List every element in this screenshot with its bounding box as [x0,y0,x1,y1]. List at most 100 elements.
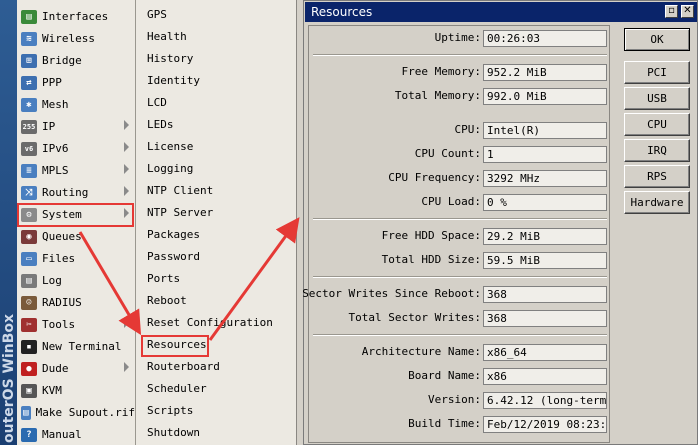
submenu-item-password[interactable]: Password [147,247,200,267]
group-separator [313,276,607,278]
menu-item-ipv6[interactable]: v6 IPv6 [17,138,135,159]
submenu-item-gps[interactable]: GPS [147,5,167,25]
field-value[interactable]: 0 % [483,194,607,211]
field-row-cpu-count: CPU Count: 1 [309,144,611,166]
kvm-icon: ▣ [21,383,37,398]
menu-item-label: Log [42,274,62,287]
submenu-item-packages[interactable]: Packages [147,225,200,245]
field-row-free-hdd-space: Free HDD Space: 29.2 MiB [309,226,611,248]
menu-item-wireless[interactable]: ≋ Wireless [17,28,135,49]
field-value[interactable]: 368 [483,310,607,327]
field-value[interactable]: 3292 MHz [483,170,607,187]
field-label: CPU: [454,123,482,136]
field-value[interactable]: 29.2 MiB [483,228,607,245]
field-label: CPU Frequency: [388,171,481,184]
menu-item-mpls[interactable]: ≡ MPLS [17,160,135,181]
menu-item-new-terminal[interactable]: ▪ New Terminal [17,336,135,357]
submenu-arrow-icon [124,164,129,174]
menu-item-mesh[interactable]: ✱ Mesh [17,94,135,115]
menu-item-log[interactable]: ▤ Log [17,270,135,291]
menu-item-label: Queues [42,230,82,243]
window-title: Resources [311,5,373,19]
field-value[interactable]: 00:26:03 [483,30,607,47]
field-value[interactable]: 992.0 MiB [483,88,607,105]
submenu-item-shutdown[interactable]: Shutdown [147,423,200,443]
cpu-button[interactable]: CPU [624,113,690,136]
field-row-board-name: Board Name: x86 [309,366,611,388]
submenu-arrow-icon [124,362,129,372]
submenu-item-reboot[interactable]: Reboot [147,291,187,311]
submenu-item-history[interactable]: History [147,49,193,69]
field-value[interactable]: 59.5 MiB [483,252,607,269]
usb-button[interactable]: USB [624,87,690,110]
field-value[interactable]: Feb/12/2019 08:23:13 [483,416,607,433]
resources-window: Resources ▫ ✕ Uptime: 00:26:03 Free Memory… [302,0,698,445]
field-value[interactable]: 952.2 MiB [483,64,607,81]
resources-titlebar[interactable]: Resources ▫ ✕ [305,2,697,22]
system-submenu: GPS Health History Identity LCD LEDs License Lo… [136,0,297,445]
submenu-item-leds[interactable]: LEDs [147,115,174,135]
menu-item-files[interactable]: ▭ Files [17,248,135,269]
menu-item-kvm[interactable]: ▣ KVM [17,380,135,401]
menu-item-make-supout-rif[interactable]: ▤ Make Supout.rif [17,402,135,423]
rps-button[interactable]: RPS [624,165,690,188]
submenu-item-scheduler[interactable]: Scheduler [147,379,207,399]
menu-item-dude[interactable]: ● Dude [17,358,135,379]
submenu-item-health[interactable]: Health [147,27,187,47]
submenu-item-ntp-client[interactable]: NTP Client [147,181,213,201]
field-label: CPU Load: [421,195,481,208]
menu-item-tools[interactable]: ✂ Tools [17,314,135,335]
pci-button[interactable]: PCI [624,61,690,84]
field-row-build-time: Build Time: Feb/12/2019 08:23:13 [309,414,611,436]
supout-icon: ▤ [21,405,31,420]
field-label: Total Sector Writes: [348,311,481,324]
field-row-uptime: Uptime: 00:26:03 [309,28,611,50]
field-value[interactable]: x86 [483,368,607,385]
submenu-item-ports[interactable]: Ports [147,269,180,289]
menu-item-label: Interfaces [42,10,109,23]
field-row-sector-writes-since-reboot: Sector Writes Since Reboot: 368 [302,284,611,306]
folder-icon: ▭ [21,251,37,266]
interfaces-icon: ▤ [21,9,37,24]
menu-item-radius[interactable]: ☺ RADIUS [17,292,135,313]
menu-item-ppp[interactable]: ⇄ PPP [17,72,135,93]
restore-window-button[interactable]: ▫ [665,5,678,18]
menu-item-routing[interactable]: ⤨ Routing [17,182,135,203]
ppp-icon: ⇄ [21,75,37,90]
submenu-item-routerboard[interactable]: Routerboard [147,357,220,377]
ok-button[interactable]: OK [624,28,690,51]
field-value[interactable]: x86_64 [483,344,607,361]
system-highlight-box [17,203,134,227]
menu-item-ip[interactable]: 255 IP [17,116,135,137]
submenu-item-identity[interactable]: Identity [147,71,200,91]
mpls-icon: ≡ [21,163,37,178]
irq-button[interactable]: IRQ [624,139,690,162]
field-row-cpu-load: CPU Load: 0 % [309,192,611,214]
submenu-arrow-icon [124,186,129,196]
submenu-item-lcd[interactable]: LCD [147,93,167,113]
resources-panel: Uptime: 00:26:03 Free Memory: 952.2 MiB Tota… [302,25,611,443]
submenu-item-reset-configuration[interactable]: Reset Configuration [147,313,273,333]
field-row-cpu: CPU: Intel(R) [309,120,611,142]
menu-item-label: Mesh [42,98,69,111]
submenu-arrow-icon [124,120,129,130]
menu-item-interfaces[interactable]: ▤ Interfaces [17,6,135,27]
log-icon: ▤ [21,273,37,288]
menu-item-label: IP [42,120,56,133]
menu-item-label: Routing [42,186,89,199]
submenu-item-logging[interactable]: Logging [147,159,193,179]
submenu-item-license[interactable]: License [147,137,193,157]
menu-item-bridge[interactable]: ⊞ Bridge [17,50,135,71]
hardware-button[interactable]: Hardware [624,191,690,214]
field-value[interactable]: 1 [483,146,607,163]
terminal-icon: ▪ [21,339,37,354]
submenu-item-ntp-server[interactable]: NTP Server [147,203,213,223]
field-value[interactable]: 368 [483,286,607,303]
field-row-cpu-frequency: CPU Frequency: 3292 MHz [309,168,611,190]
submenu-item-scripts[interactable]: Scripts [147,401,193,421]
menu-item-queues[interactable]: ◉ Queues [17,226,135,247]
field-value[interactable]: Intel(R) [483,122,607,139]
close-window-button[interactable]: ✕ [681,5,694,18]
menu-item-manual[interactable]: ? Manual [17,424,135,445]
field-value[interactable]: 6.42.12 (long-term) [483,392,607,409]
